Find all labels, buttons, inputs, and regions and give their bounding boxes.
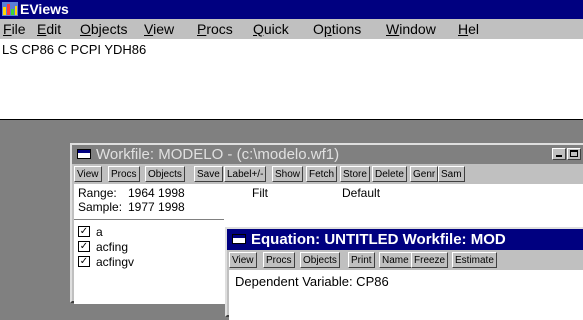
- menu-procs[interactable]: Procs: [197, 21, 233, 38]
- app-title-bar[interactable]: EViews: [0, 0, 583, 19]
- eq-objects-button[interactable]: Objects: [300, 252, 340, 268]
- equation-window[interactable]: Equation: UNTITLED Workfile: MOD View Pr…: [225, 227, 583, 320]
- wf-store-button[interactable]: Store: [340, 166, 370, 182]
- command-window[interactable]: LS CP86 C PCPI YDH86: [0, 39, 583, 120]
- workfile-title: Workfile: MODELO - (c:\modelo.wf1): [96, 146, 340, 163]
- sample-value: 1977 1998: [128, 200, 185, 214]
- eviews-logo-icon: [2, 2, 18, 16]
- eq-view-button[interactable]: View: [229, 252, 257, 268]
- series-name: acfingv: [96, 255, 135, 269]
- wf-save-button[interactable]: Save: [194, 166, 223, 182]
- menu-view[interactable]: View: [144, 21, 174, 38]
- menu-help[interactable]: Hel: [458, 21, 479, 38]
- menu-options[interactable]: Options: [313, 21, 361, 38]
- series-checkbox-icon: ✓: [78, 241, 90, 252]
- equation-icon: [232, 234, 246, 244]
- wf-show-button[interactable]: Show: [272, 166, 304, 182]
- range-label: Range:: [78, 186, 117, 200]
- menu-bar: File Edit Objects View Procs Quick Optio…: [0, 19, 583, 39]
- command-text: LS CP86 C PCPI YDH86: [2, 42, 147, 57]
- series-checkbox-icon: ✓: [78, 256, 90, 267]
- list-item[interactable]: ✓ a: [78, 225, 218, 239]
- equation-toolbar: View Procs Objects Print Name Freeze Est…: [229, 252, 583, 268]
- wf-sample-button[interactable]: Sam: [438, 166, 465, 182]
- wf-genr-button[interactable]: Genr: [410, 166, 439, 182]
- eq-estimate-button[interactable]: Estimate: [452, 252, 497, 268]
- series-name: acfing: [96, 240, 129, 254]
- eq-procs-button[interactable]: Procs: [263, 252, 295, 268]
- wf-view-button[interactable]: View: [74, 166, 102, 182]
- maximize-icon[interactable]: [567, 148, 581, 160]
- sample-label: Sample:: [78, 200, 123, 214]
- equation-title-bar[interactable]: Equation: UNTITLED Workfile: MOD: [227, 229, 583, 250]
- dependent-variable-text: Dependent Variable: CP86: [235, 274, 389, 289]
- app-title: EViews: [20, 1, 69, 17]
- minimize-icon[interactable]: [552, 148, 566, 160]
- menu-edit[interactable]: Edit: [37, 21, 61, 38]
- default-label: Default: [342, 186, 381, 200]
- menu-window[interactable]: Window: [386, 21, 436, 38]
- eq-freeze-button[interactable]: Freeze: [411, 252, 449, 268]
- menu-objects[interactable]: Objects: [80, 21, 127, 38]
- eq-name-button[interactable]: Name: [379, 252, 412, 268]
- workfile-title-bar[interactable]: Workfile: MODELO - (c:\modelo.wf1): [72, 145, 583, 164]
- range-value: 1964 1998: [128, 186, 185, 200]
- workfile-icon: [77, 149, 91, 159]
- wf-procs-button[interactable]: Procs: [108, 166, 140, 182]
- equation-title: Equation: UNTITLED Workfile: MOD: [251, 231, 506, 248]
- wf-delete-button[interactable]: Delete: [372, 166, 407, 182]
- menu-quick[interactable]: Quick: [253, 21, 289, 38]
- list-item[interactable]: ✓ acfing: [78, 240, 218, 254]
- series-checkbox-icon: ✓: [78, 226, 90, 237]
- series-name: a: [96, 225, 103, 239]
- equation-output: Dependent Variable: CP86: [229, 270, 583, 320]
- filter-label: Filt: [252, 186, 268, 200]
- menu-file[interactable]: File: [3, 21, 26, 38]
- divider: [74, 219, 224, 220]
- wf-objects-button[interactable]: Objects: [145, 166, 185, 182]
- wf-fetch-button[interactable]: Fetch: [306, 166, 338, 182]
- list-item[interactable]: ✓ acfingv: [78, 255, 218, 269]
- workfile-toolbar: View Procs Objects Save Label+/- Show Fe…: [74, 166, 583, 182]
- wf-label-button[interactable]: Label+/-: [224, 166, 267, 182]
- eq-print-button[interactable]: Print: [348, 252, 375, 268]
